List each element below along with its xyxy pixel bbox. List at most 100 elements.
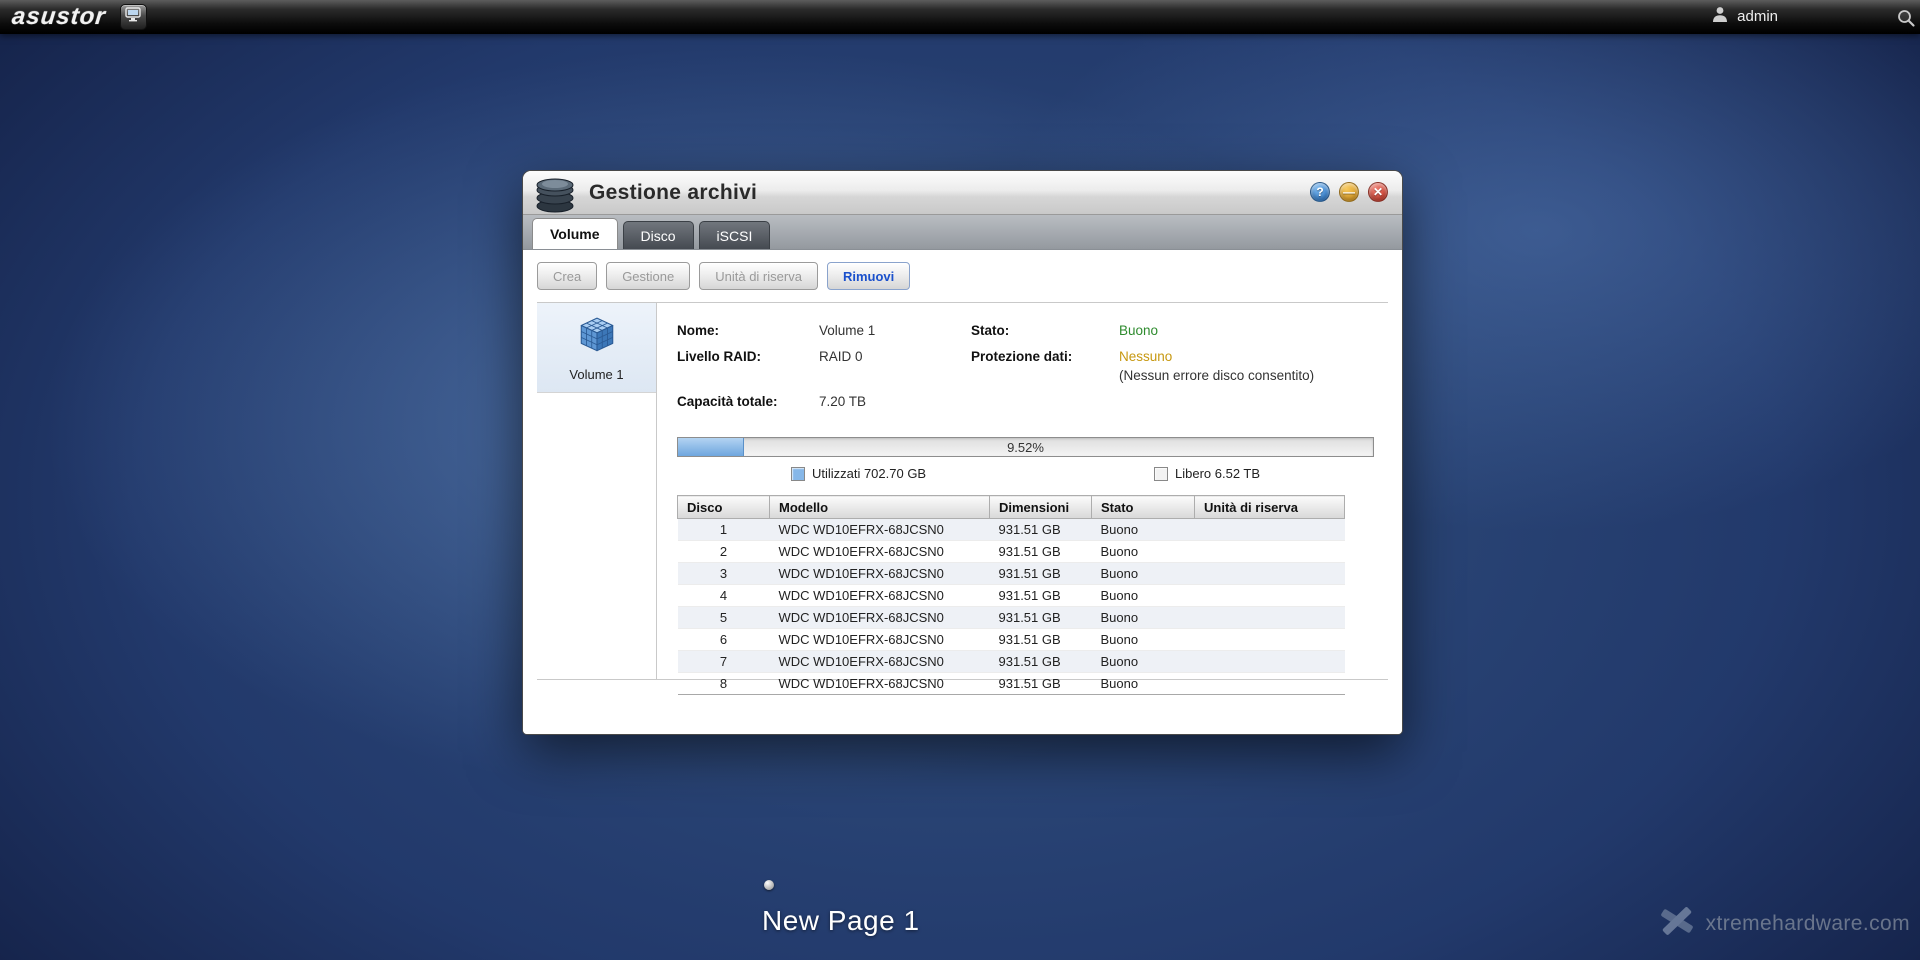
table-row[interactable]: 1 WDC WD10EFRX-68JCSN0 931.51 GB Buono bbox=[678, 519, 1345, 541]
cell-unita-di-riserva bbox=[1195, 629, 1345, 651]
volume-cube-icon bbox=[576, 344, 618, 361]
volume-list: Volume 1 bbox=[537, 303, 657, 679]
cell-modello: WDC WD10EFRX-68JCSN0 bbox=[770, 607, 990, 629]
unita-di-riserva-button[interactable]: Unità di riserva bbox=[699, 262, 818, 290]
cell-modello: WDC WD10EFRX-68JCSN0 bbox=[770, 541, 990, 563]
cell-stato: Buono bbox=[1092, 541, 1195, 563]
help-icon[interactable]: ? bbox=[1310, 182, 1330, 202]
disk-table-body: 1 WDC WD10EFRX-68JCSN0 931.51 GB Buono 2… bbox=[678, 519, 1345, 695]
cell-dimensioni: 931.51 GB bbox=[990, 563, 1092, 585]
user-icon bbox=[1712, 6, 1728, 27]
cell-disco: 3 bbox=[678, 563, 770, 585]
tab-disco[interactable]: Disco bbox=[623, 221, 694, 249]
cell-stato: Buono bbox=[1092, 629, 1195, 651]
cell-disco: 2 bbox=[678, 541, 770, 563]
header-modello: Modello bbox=[770, 496, 990, 519]
taskbar: asustor admin bbox=[0, 0, 1920, 34]
cell-modello: WDC WD10EFRX-68JCSN0 bbox=[770, 519, 990, 541]
cell-modello: WDC WD10EFRX-68JCSN0 bbox=[770, 563, 990, 585]
table-row[interactable]: 4 WDC WD10EFRX-68JCSN0 931.51 GB Buono bbox=[678, 585, 1345, 607]
cell-disco: 4 bbox=[678, 585, 770, 607]
crea-button[interactable]: Crea bbox=[537, 262, 597, 290]
toolbar: Crea Gestione Unità di riserva Rimuovi bbox=[523, 250, 1402, 302]
cell-unita-di-riserva bbox=[1195, 651, 1345, 673]
table-row[interactable]: 6 WDC WD10EFRX-68JCSN0 931.51 GB Buono bbox=[678, 629, 1345, 651]
cell-unita-di-riserva bbox=[1195, 585, 1345, 607]
cell-disco: 7 bbox=[678, 651, 770, 673]
cell-dimensioni: 931.51 GB bbox=[990, 607, 1092, 629]
stato-value: Buono bbox=[1119, 321, 1374, 340]
capacita-label: Capacità totale: bbox=[677, 392, 819, 411]
protezione-label: Protezione dati: bbox=[971, 347, 1119, 385]
disk-stack-icon bbox=[531, 173, 579, 220]
cell-disco: 6 bbox=[678, 629, 770, 651]
tab-iscsi[interactable]: iSCSI bbox=[699, 221, 771, 249]
cell-dimensioni: 931.51 GB bbox=[990, 585, 1092, 607]
header-unita-di-riserva: Unità di riserva bbox=[1195, 496, 1345, 519]
window-titlebar[interactable]: Gestione archivi ? — ✕ bbox=[523, 171, 1402, 215]
disk-table: Disco Modello Dimensioni Stato Unità di … bbox=[677, 495, 1345, 695]
volume-details: Nome: Volume 1 Stato: Buono Livello RAID… bbox=[677, 321, 1374, 411]
nome-value: Volume 1 bbox=[819, 321, 971, 340]
window-title: Gestione archivi bbox=[589, 181, 757, 205]
tab-volume[interactable]: Volume bbox=[532, 218, 618, 249]
protezione-note: (Nessun errore disco consentito) bbox=[1119, 366, 1374, 385]
free-label: Libero 6.52 TB bbox=[1175, 466, 1260, 481]
protezione-value: Nessuno bbox=[1119, 349, 1172, 364]
cell-stato: Buono bbox=[1092, 673, 1195, 695]
cell-modello: WDC WD10EFRX-68JCSN0 bbox=[770, 651, 990, 673]
rimuovi-button[interactable]: Rimuovi bbox=[827, 262, 910, 290]
cell-modello: WDC WD10EFRX-68JCSN0 bbox=[770, 585, 990, 607]
header-stato: Stato bbox=[1092, 496, 1195, 519]
cell-dimensioni: 931.51 GB bbox=[990, 541, 1092, 563]
page-label: New Page 1 bbox=[762, 905, 920, 937]
close-icon[interactable]: ✕ bbox=[1368, 182, 1388, 202]
used-label: Utilizzati 702.70 GB bbox=[812, 466, 926, 481]
cell-stato: Buono bbox=[1092, 519, 1195, 541]
header-dimensioni: Dimensioni bbox=[990, 496, 1092, 519]
used-swatch-icon bbox=[791, 467, 805, 481]
window-body: Crea Gestione Unità di riserva Rimuovi bbox=[523, 250, 1402, 734]
disk-table-header: Disco Modello Dimensioni Stato Unità di … bbox=[678, 496, 1345, 519]
storage-manager-window: Gestione archivi ? — ✕ Volume Disco iSCS… bbox=[523, 171, 1402, 734]
volume-content: Nome: Volume 1 Stato: Buono Livello RAID… bbox=[657, 303, 1388, 679]
cell-stato: Buono bbox=[1092, 651, 1195, 673]
usage-percent: 9.52% bbox=[678, 438, 1373, 456]
table-row[interactable]: 3 WDC WD10EFRX-68JCSN0 931.51 GB Buono bbox=[678, 563, 1345, 585]
cell-dimensioni: 931.51 GB bbox=[990, 673, 1092, 695]
cell-dimensioni: 931.51 GB bbox=[990, 651, 1092, 673]
desktop-dot-icon bbox=[764, 880, 774, 890]
main-panel: Volume 1 Nome: Volume 1 Stato: Buono Liv… bbox=[537, 302, 1388, 680]
cell-dimensioni: 931.51 GB bbox=[990, 629, 1092, 651]
table-row[interactable]: 8 WDC WD10EFRX-68JCSN0 931.51 GB Buono bbox=[678, 673, 1345, 695]
cell-unita-di-riserva bbox=[1195, 519, 1345, 541]
xtremehardware-logo-icon bbox=[1656, 903, 1698, 944]
cell-stato: Buono bbox=[1092, 563, 1195, 585]
table-row[interactable]: 7 WDC WD10EFRX-68JCSN0 931.51 GB Buono bbox=[678, 651, 1345, 673]
cell-modello: WDC WD10EFRX-68JCSN0 bbox=[770, 673, 990, 695]
volume-list-item[interactable]: Volume 1 bbox=[537, 303, 656, 393]
cell-unita-di-riserva bbox=[1195, 673, 1345, 695]
usage-legend: Utilizzati 702.70 GB Libero 6.52 TB bbox=[677, 466, 1374, 481]
desktop-menu-button[interactable] bbox=[120, 4, 147, 30]
header-disco: Disco bbox=[678, 496, 770, 519]
cell-disco: 1 bbox=[678, 519, 770, 541]
cell-dimensioni: 931.51 GB bbox=[990, 519, 1092, 541]
table-row[interactable]: 5 WDC WD10EFRX-68JCSN0 931.51 GB Buono bbox=[678, 607, 1345, 629]
watermark-text: xtremehardware.com bbox=[1706, 912, 1910, 936]
cell-unita-di-riserva bbox=[1195, 563, 1345, 585]
usage-section: 9.52% Utilizzati 702.70 GB Libero 6.52 T… bbox=[677, 437, 1374, 481]
asustor-logo: asustor bbox=[11, 3, 122, 31]
tab-strip: Volume Disco iSCSI bbox=[523, 215, 1402, 250]
minimize-icon[interactable]: — bbox=[1339, 182, 1359, 202]
legend-used: Utilizzati 702.70 GB bbox=[791, 466, 926, 481]
monitor-icon bbox=[125, 7, 141, 27]
table-row[interactable]: 2 WDC WD10EFRX-68JCSN0 931.51 GB Buono bbox=[678, 541, 1345, 563]
gestione-button[interactable]: Gestione bbox=[606, 262, 690, 290]
search-button[interactable] bbox=[1896, 8, 1916, 33]
user-menu[interactable]: admin bbox=[1712, 6, 1908, 27]
volume-item-label: Volume 1 bbox=[537, 367, 656, 382]
cell-unita-di-riserva bbox=[1195, 541, 1345, 563]
desktop: asustor admin bbox=[0, 0, 1920, 960]
stato-label: Stato: bbox=[971, 321, 1119, 340]
